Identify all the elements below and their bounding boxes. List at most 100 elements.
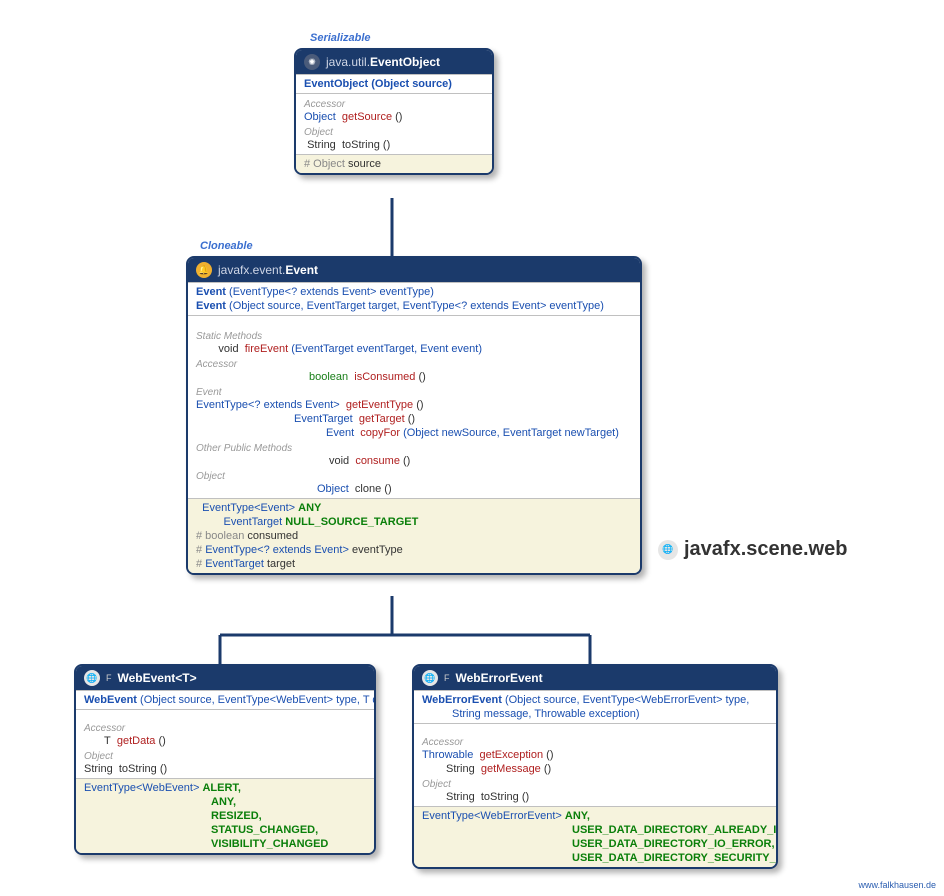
- object-label: Object: [84, 748, 366, 762]
- field-name: consumed: [247, 530, 298, 542]
- package-title: 🌐 javafx.scene.web: [658, 538, 847, 561]
- ret-type: void: [218, 343, 238, 355]
- method-name: getTarget: [359, 413, 405, 425]
- field-name: RESIZED,: [211, 810, 262, 822]
- ctor-args: (Object source, EventType<WebErrorEvent>…: [505, 694, 749, 706]
- constructors: WebEvent (Object source, EventType<WebEv…: [76, 690, 374, 709]
- ctor: Event: [196, 300, 226, 312]
- method-name: consume: [355, 455, 400, 467]
- ret-type: EventTarget: [294, 413, 353, 425]
- footer-link[interactable]: www.falkhausen.de: [858, 880, 936, 890]
- class-header: ✺ java.util.EventObject: [296, 50, 492, 74]
- ret-type: String: [446, 763, 475, 775]
- field-name: USER_DATA_DIRECTORY_IO_ERROR,: [572, 838, 775, 850]
- field-name: NULL_SOURCE_TARGET: [285, 516, 418, 528]
- method-name: toString: [119, 763, 157, 775]
- ctor-args-l2: String message, Throwable exception): [452, 708, 640, 720]
- fields: EventType<WebErrorEvent> ANY, USER_DATA_…: [414, 806, 776, 867]
- accessor-label: Accessor: [422, 734, 768, 748]
- field-name: ANY,: [565, 810, 590, 822]
- class-name: EventObject: [370, 55, 440, 69]
- field-name: target: [267, 558, 295, 570]
- override-label: Object: [304, 124, 484, 138]
- class-event-object: ✺ java.util.EventObject EventObject (Obj…: [294, 48, 494, 175]
- field-name: source: [348, 158, 381, 170]
- class-event: 🔔 javafx.event.Event Event (EventType<? …: [186, 256, 642, 575]
- event-label: Event: [196, 384, 632, 398]
- ret-type: String: [307, 139, 336, 151]
- method-name: isConsumed: [354, 371, 415, 383]
- gear-icon: ✺: [304, 54, 320, 70]
- object-label: Object: [422, 776, 768, 790]
- field-name: USER_DATA_DIRECTORY_ALREADY_IN_USE,: [572, 824, 778, 836]
- method-name: getMessage: [481, 763, 541, 775]
- method-name: getSource: [342, 111, 392, 123]
- class-web-event: 🌐 F WebEvent<T> WebEvent (Object source,…: [74, 664, 376, 855]
- field-name: STATUS_CHANGED,: [211, 824, 318, 836]
- method-name: clone: [355, 483, 381, 495]
- other-label: Other Public Methods: [196, 440, 632, 454]
- ret-type: String: [446, 791, 475, 803]
- args: (EventTarget eventTarget, Event event): [291, 343, 482, 355]
- package-label: java.util.: [326, 55, 370, 69]
- field-name: eventType: [352, 544, 403, 556]
- ret-type: String: [84, 763, 113, 775]
- bell-icon: 🔔: [196, 262, 212, 278]
- ret-type: boolean: [309, 371, 348, 383]
- class-header: 🌐 F WebErrorEvent: [414, 666, 776, 690]
- object-label: Object: [196, 468, 632, 482]
- args: (Object newSource, EventTarget newTarget…: [403, 427, 619, 439]
- globe-icon: 🌐: [658, 540, 678, 560]
- ctor-args: (EventType<? extends Event> eventType): [229, 286, 434, 298]
- ctor: EventObject (Object source): [304, 78, 452, 90]
- class-name: Event: [285, 263, 318, 277]
- method-name: toString: [342, 139, 380, 151]
- methods: Accessor T getData () Object String toSt…: [76, 709, 374, 778]
- method-name: getException: [479, 749, 543, 761]
- ret-type: void: [329, 455, 349, 467]
- field-name: ANY,: [211, 796, 236, 808]
- method-name: toString: [481, 791, 519, 803]
- ctor: WebEvent: [84, 694, 137, 706]
- ret-type: Throwable: [422, 749, 473, 761]
- stereotype-serializable: Serializable: [310, 32, 371, 44]
- methods: Accessor Throwable getException () Strin…: [414, 723, 776, 806]
- method-name: fireEvent: [245, 343, 288, 355]
- field-type: EventType<Event>: [202, 502, 295, 514]
- field-type: EventType<WebEvent>: [84, 782, 199, 794]
- fields: EventType<WebEvent> ALERT, ANY, RESIZED,…: [76, 778, 374, 853]
- field-name: VISIBILITY_CHANGED: [211, 838, 328, 850]
- method-name: copyFor: [360, 427, 400, 439]
- ret-type: T: [104, 735, 111, 747]
- fields: # Object source: [296, 154, 492, 173]
- field-type: # Object: [304, 158, 345, 170]
- constructors: Event (EventType<? extends Event> eventT…: [188, 282, 640, 315]
- ret-type: EventType<? extends Event>: [196, 399, 340, 411]
- accessor-label: Accessor: [84, 720, 366, 734]
- methods: Accessor Object getSource () Object Stri…: [296, 93, 492, 154]
- class-web-error-event: 🌐 F WebErrorEvent WebErrorEvent (Object …: [412, 664, 778, 869]
- globe-icon: 🌐: [422, 670, 438, 686]
- field-name: ANY: [298, 502, 321, 514]
- stereotype-cloneable: Cloneable: [200, 240, 253, 252]
- ret-type: Object: [317, 483, 349, 495]
- final-marker: F: [444, 673, 450, 683]
- field-name: USER_DATA_DIRECTORY_SECURITY_ERROR: [572, 852, 778, 864]
- field-type: # boolean: [196, 530, 244, 542]
- constructors: EventObject (Object source): [296, 74, 492, 93]
- class-name: WebEvent<T>: [118, 671, 197, 685]
- methods: Static Methods void fireEvent (EventTarg…: [188, 315, 640, 498]
- ret-type: Event: [326, 427, 354, 439]
- ctor-args: (Object source, EventType<WebEvent> type…: [140, 694, 376, 706]
- field-type: EventTarget: [224, 516, 283, 528]
- ctor: Event: [196, 286, 226, 298]
- final-marker: F: [106, 673, 112, 683]
- ctor-args: (Object source, EventTarget target, Even…: [229, 300, 604, 312]
- accessor-label: Accessor: [196, 356, 632, 370]
- globe-icon: 🌐: [84, 670, 100, 686]
- constructors: WebErrorEvent (Object source, EventType<…: [414, 690, 776, 723]
- field-name: ALERT,: [202, 782, 241, 794]
- class-header: 🌐 F WebEvent<T>: [76, 666, 374, 690]
- package-label: javafx.event.: [218, 263, 285, 277]
- ctor: WebErrorEvent: [422, 694, 502, 706]
